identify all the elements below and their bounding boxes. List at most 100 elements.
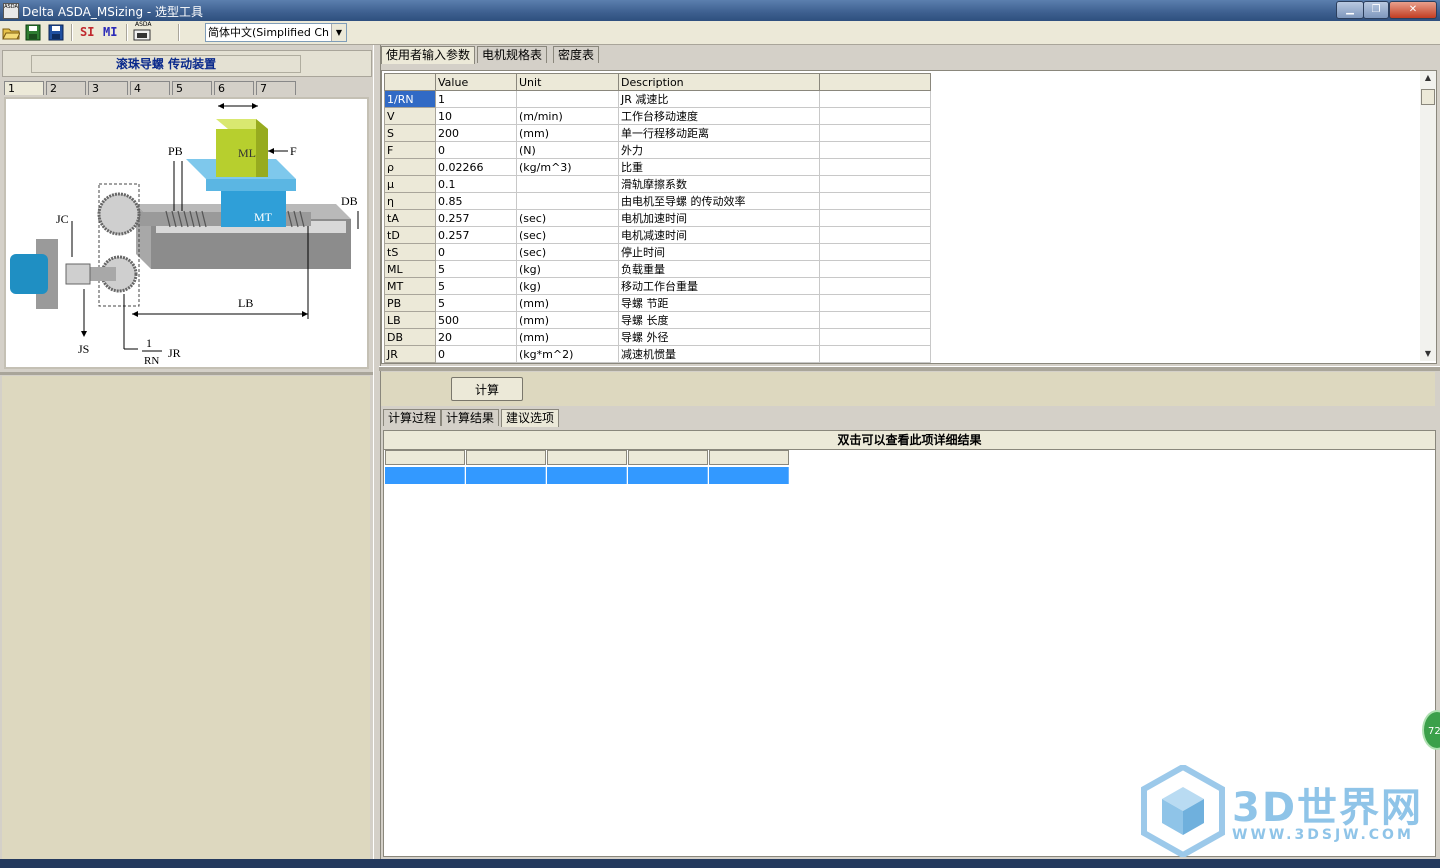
language-select[interactable]: 简体中文(Simplified Chine ▼ [205,23,347,42]
value-cell[interactable]: 5 [435,260,517,278]
unit-cell: (mm) [516,124,619,142]
row-key[interactable]: DB [384,328,436,346]
row-key[interactable]: S [384,124,436,142]
row-key[interactable]: PB [384,294,436,312]
tab-suggestions[interactable]: 建议选项 [501,409,560,427]
column-header[interactable] [819,73,931,91]
value-cell[interactable]: 200 [435,124,517,142]
save-as-icon[interactable] [47,24,65,41]
tab-motor-spec[interactable]: 电机规格表 [477,46,548,63]
result-column-header[interactable] [547,450,627,465]
value-cell[interactable]: 0 [435,345,517,363]
minimize-button[interactable]: ▁ [1336,1,1364,19]
scroll-down-icon[interactable]: ▼ [1420,347,1436,361]
tab-calc-process[interactable]: 计算过程 [383,409,442,426]
table-row[interactable]: PB 5 (mm) 导螺 节距 [384,294,931,312]
value-cell[interactable]: 10 [435,107,517,125]
grid-scrollbar[interactable]: ▲ ▼ [1420,71,1436,361]
mi-units-button[interactable]: MI [103,24,117,41]
mechanism-tab-7[interactable]: 7 [256,81,296,95]
table-row[interactable]: 1/RN 1 JR 减速比 [384,90,931,108]
row-key[interactable]: ML [384,260,436,278]
title-bar: ASDA Delta ASDA_MSizing - 选型工具 ▁ ❐ ✕ [0,0,1440,21]
tab-user-input[interactable]: 使用者输入参数 [381,46,476,64]
coupling [65,263,91,285]
value-cell[interactable]: 1 [435,90,517,108]
table-row[interactable]: MT 5 (kg) 移动工作台重量 [384,277,931,295]
tab-density[interactable]: 密度表 [553,46,600,63]
column-header[interactable]: Unit [516,73,619,91]
row-key[interactable]: V [384,107,436,125]
mechanism-tab-4[interactable]: 4 [130,81,170,95]
row-key[interactable]: μ [384,175,436,193]
selected-result-cell[interactable] [385,467,465,484]
row-key[interactable]: 1/RN [384,90,436,108]
selected-result-cell[interactable] [466,467,546,484]
value-cell[interactable]: 0.257 [435,209,517,227]
ball-screw-diagram: MT ML F PB DB JC JS 1 RN JR LB [4,97,369,369]
scroll-thumb[interactable] [1421,89,1435,105]
value-cell[interactable]: 500 [435,311,517,329]
mechanism-tab-5[interactable]: 5 [172,81,212,95]
value-cell[interactable]: 0.85 [435,192,517,210]
row-key[interactable]: tS [384,243,436,261]
selected-result-cell[interactable] [547,467,627,484]
maximize-button[interactable]: ❐ [1363,1,1389,19]
value-cell[interactable]: 0 [435,141,517,159]
result-column-header[interactable] [709,450,789,465]
row-key[interactable]: tD [384,226,436,244]
table-row[interactable]: JR 0 (kg*m^2) 减速机惯量 [384,345,931,363]
vertical-splitter[interactable] [373,45,381,868]
table-row[interactable]: DB 20 (mm) 导螺 外径 [384,328,931,346]
column-header[interactable]: Value [435,73,517,91]
left-splitter[interactable] [0,372,373,375]
value-cell[interactable]: 20 [435,328,517,346]
result-column-header[interactable] [628,450,708,465]
table-row[interactable]: ML 5 (kg) 负载重量 [384,260,931,278]
value-cell[interactable]: 0 [435,243,517,261]
row-key[interactable]: LB [384,311,436,329]
value-cell[interactable]: 0.257 [435,226,517,244]
mechanism-tab-1[interactable]: 1 [4,81,44,95]
horizontal-splitter[interactable] [379,366,1440,371]
table-row[interactable]: η 0.85 由电机至导螺 的传动效率 [384,192,931,210]
table-row[interactable]: V 10 (m/min) 工作台移动速度 [384,107,931,125]
table-row[interactable]: ρ 0.02266 (kg/m^3) 比重 [384,158,931,176]
mechanism-tab-6[interactable]: 6 [214,81,254,95]
chevron-down-icon[interactable]: ▼ [331,24,346,41]
row-key[interactable]: MT [384,277,436,295]
save-icon[interactable] [24,24,42,41]
open-folder-icon[interactable] [2,24,21,41]
left-panel: 滚珠导螺 传动装置 1 2 3 4 5 6 7 MT ML F PB DB JC… [0,45,373,868]
table-row[interactable]: tS 0 (sec) 停止时间 [384,243,931,261]
table-row[interactable]: tA 0.257 (sec) 电机加速时间 [384,209,931,227]
row-key[interactable]: ρ [384,158,436,176]
table-row[interactable]: F 0 (N) 外力 [384,141,931,159]
row-key[interactable]: tA [384,209,436,227]
row-key[interactable]: F [384,141,436,159]
table-row[interactable]: μ 0.1 滑轨摩擦系数 [384,175,931,193]
value-cell[interactable]: 0.1 [435,175,517,193]
asda-icon[interactable]: ASDA [133,21,152,41]
close-button[interactable]: ✕ [1389,1,1437,19]
toolbar-separator [71,24,73,41]
result-column-header[interactable] [466,450,546,465]
table-row[interactable]: S 200 (mm) 单一行程移动距离 [384,124,931,142]
si-units-button[interactable]: SI [80,24,94,41]
selected-result-cell[interactable] [709,467,789,484]
value-cell[interactable]: 5 [435,294,517,312]
mechanism-tab-2[interactable]: 2 [46,81,86,95]
result-column-header[interactable] [385,450,465,465]
value-cell[interactable]: 5 [435,277,517,295]
mechanism-tab-3[interactable]: 3 [88,81,128,95]
scroll-up-icon[interactable]: ▲ [1420,71,1436,85]
column-header[interactable]: Description [618,73,820,91]
calculate-button[interactable]: 计算 [451,377,523,401]
table-row[interactable]: tD 0.257 (sec) 电机减速时间 [384,226,931,244]
value-cell[interactable]: 0.02266 [435,158,517,176]
table-row[interactable]: LB 500 (mm) 导螺 长度 [384,311,931,329]
row-key[interactable]: η [384,192,436,210]
row-key[interactable]: JR [384,345,436,363]
tab-calc-result[interactable]: 计算结果 [441,409,500,426]
selected-result-cell[interactable] [628,467,708,484]
